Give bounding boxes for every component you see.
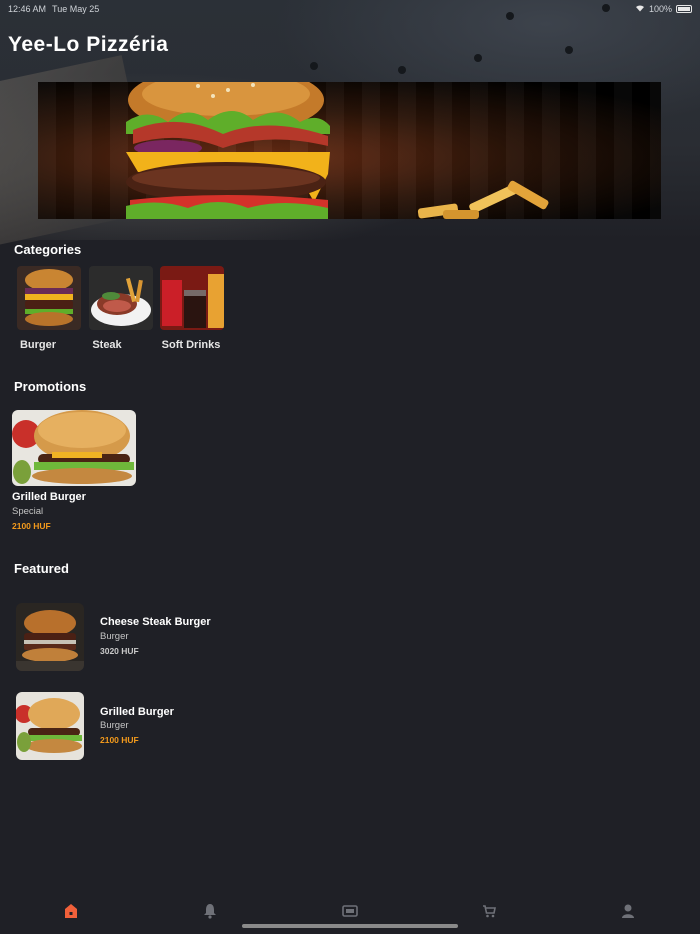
- tab-coupons[interactable]: [341, 902, 359, 920]
- category-label-soft-drinks: Soft Drinks: [161, 339, 221, 351]
- tab-home[interactable]: [63, 902, 79, 920]
- hero-banner[interactable]: [38, 82, 661, 219]
- ticket-icon: [342, 905, 358, 917]
- categories-heading: Categories: [14, 242, 82, 257]
- category-burger[interactable]: [17, 266, 81, 330]
- category-label-steak: Steak: [92, 339, 122, 351]
- grilled-burger-thumb: [16, 692, 84, 760]
- featured-item-1-name: Cheese Steak Burger: [100, 616, 211, 628]
- featured-item-2-price: 2100 HUF: [100, 735, 139, 745]
- featured-item-2-image[interactable]: [16, 692, 84, 760]
- category-label-burger: Burger: [19, 339, 57, 351]
- battery-percent: 100%: [648, 4, 672, 14]
- cart-icon: [483, 905, 496, 918]
- featured-item-2-category: Burger: [100, 720, 129, 731]
- category-soft-drinks[interactable]: [160, 266, 224, 330]
- promotion-name: Grilled Burger: [12, 491, 86, 503]
- promotion-price: 2100 HUF: [12, 521, 51, 531]
- tab-profile[interactable]: [620, 902, 636, 920]
- peppercorn-decoration: [398, 66, 406, 74]
- status-bar: 12:46 AM Tue May 25 100%: [8, 2, 692, 16]
- app-title: Yee-Lo Pizzéria: [8, 33, 169, 56]
- tab-cart[interactable]: [481, 902, 497, 920]
- promotions-heading: Promotions: [14, 379, 87, 394]
- status-date: Tue May 25: [52, 4, 100, 14]
- promotion-card-image[interactable]: [12, 410, 136, 486]
- featured-item-1-category: Burger: [100, 631, 129, 642]
- bell-icon: [204, 904, 216, 919]
- steak-thumbnail: [89, 266, 153, 330]
- cheese-steak-burger-image: [16, 603, 84, 671]
- burger-thumbnail: [17, 266, 81, 330]
- grilled-burger-image: [12, 410, 136, 486]
- wifi-icon: [635, 4, 645, 14]
- tab-notifications[interactable]: [202, 902, 218, 920]
- burger-banner-image: [126, 82, 549, 219]
- battery-icon: [676, 5, 692, 13]
- status-time: 12:46 AM: [8, 4, 47, 14]
- featured-heading: Featured: [14, 561, 69, 576]
- home-indicator[interactable]: [242, 924, 458, 928]
- tab-bar: [0, 894, 700, 934]
- featured-item-2-name: Grilled Burger: [100, 706, 174, 718]
- promotion-tag: Special: [12, 506, 44, 517]
- peppercorn-decoration: [310, 62, 318, 70]
- profile-icon: [622, 904, 634, 918]
- featured-item-1-price: 3020 HUF: [100, 646, 139, 656]
- peppercorn-decoration: [565, 46, 573, 54]
- category-steak[interactable]: [89, 266, 153, 330]
- featured-item-1-image[interactable]: [16, 603, 84, 671]
- soft-drinks-thumbnail: [160, 266, 224, 330]
- peppercorn-decoration: [474, 54, 482, 62]
- home-icon: [65, 904, 77, 918]
